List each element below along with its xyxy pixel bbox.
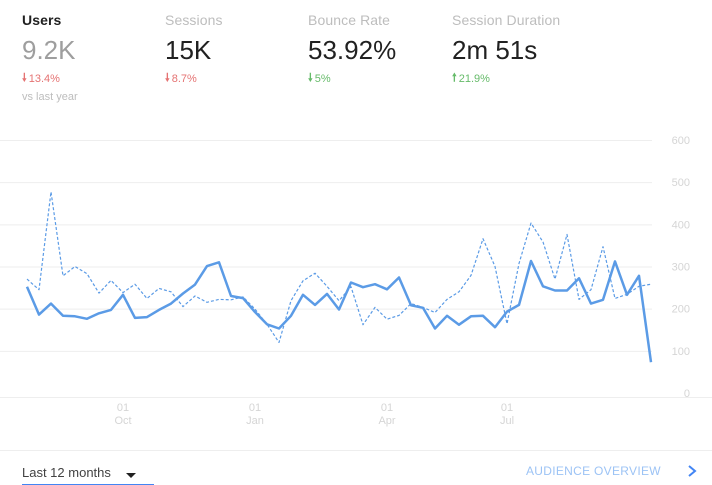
y-tick-label: 500 bbox=[672, 177, 690, 189]
metric-comparison-label: vs last year bbox=[22, 91, 78, 103]
metric-name: Sessions bbox=[165, 12, 223, 28]
metric-value: 9.2K bbox=[22, 35, 76, 65]
metric-delta: 🠕 21.9% bbox=[452, 69, 560, 88]
date-range-label: Last 12 months bbox=[22, 465, 111, 480]
current-period-line bbox=[25, 259, 653, 363]
metric-sessions[interactable]: Sessions 15K 🠗 8.7% bbox=[165, 12, 223, 88]
y-tick-label: 300 bbox=[672, 262, 690, 274]
metric-bounce-rate[interactable]: Bounce Rate 53.92% 🠗 5% bbox=[308, 12, 396, 88]
chevron-right-icon bbox=[688, 465, 697, 477]
metric-name: Bounce Rate bbox=[308, 12, 391, 28]
y-tick-label: 200 bbox=[672, 304, 690, 316]
metric-session-duration[interactable]: Session Duration 2m 51s 🠕 21.9% bbox=[452, 12, 560, 88]
arrow-down-icon: 🠗 bbox=[165, 72, 170, 84]
date-range-dropdown[interactable]: Last 12 months bbox=[22, 464, 154, 485]
arrow-up-icon: 🠕 bbox=[452, 72, 457, 84]
audience-overview-label: AUDIENCE OVERVIEW bbox=[526, 464, 661, 478]
metric-tabs: Users 9.2K 🠗 13.4% vs last year Sessions… bbox=[0, 0, 712, 110]
y-tick-label: 400 bbox=[672, 219, 690, 231]
metric-name: Session Duration bbox=[452, 12, 561, 28]
caret-down-icon bbox=[126, 473, 136, 478]
metric-value: 15K bbox=[165, 35, 212, 65]
y-tick-label: 100 bbox=[672, 346, 690, 358]
metric-value: 2m 51s bbox=[452, 35, 538, 65]
x-tick-month: Jan bbox=[246, 415, 264, 427]
x-tick-day: 01 bbox=[381, 402, 393, 414]
metric-name: Users bbox=[22, 12, 62, 28]
arrow-down-icon: 🠗 bbox=[22, 72, 27, 84]
metric-delta-value: 13.4% bbox=[28, 72, 60, 85]
metric-delta: 🠗 13.4% bbox=[22, 69, 78, 88]
metric-delta-value: 5% bbox=[314, 72, 331, 85]
chart-series bbox=[25, 191, 653, 363]
x-tick-day: 01 bbox=[501, 402, 513, 414]
users-line-chart: 0100200300400500600 01Oct01Jan01Apr01Jul bbox=[0, 135, 712, 427]
chart-grid bbox=[0, 140, 712, 398]
metric-delta-value: 21.9% bbox=[458, 72, 490, 85]
arrow-down-icon: 🠗 bbox=[308, 72, 313, 84]
x-tick-month: Apr bbox=[378, 415, 395, 427]
y-tick-label: 0 bbox=[684, 388, 690, 400]
metric-value: 53.92% bbox=[308, 35, 397, 65]
metric-users[interactable]: Users 9.2K 🠗 13.4% vs last year bbox=[22, 12, 78, 103]
x-tick-month: Oct bbox=[114, 415, 131, 427]
audience-overview-link[interactable]: AUDIENCE OVERVIEW bbox=[526, 464, 697, 478]
metric-delta: 🠗 8.7% bbox=[165, 69, 223, 88]
x-tick-day: 01 bbox=[117, 402, 129, 414]
metric-delta-value: 8.7% bbox=[171, 72, 197, 85]
footer-divider bbox=[0, 450, 712, 451]
x-tick-day: 01 bbox=[249, 402, 261, 414]
x-tick-month: Jul bbox=[500, 415, 514, 427]
metric-delta: 🠗 5% bbox=[308, 69, 396, 88]
y-axis-ticks: 0 100 200 300 400 500 600 bbox=[672, 135, 690, 400]
x-axis-ticks: 01Oct01Jan01Apr01Jul bbox=[114, 402, 514, 427]
y-tick-label: 600 bbox=[672, 135, 690, 147]
